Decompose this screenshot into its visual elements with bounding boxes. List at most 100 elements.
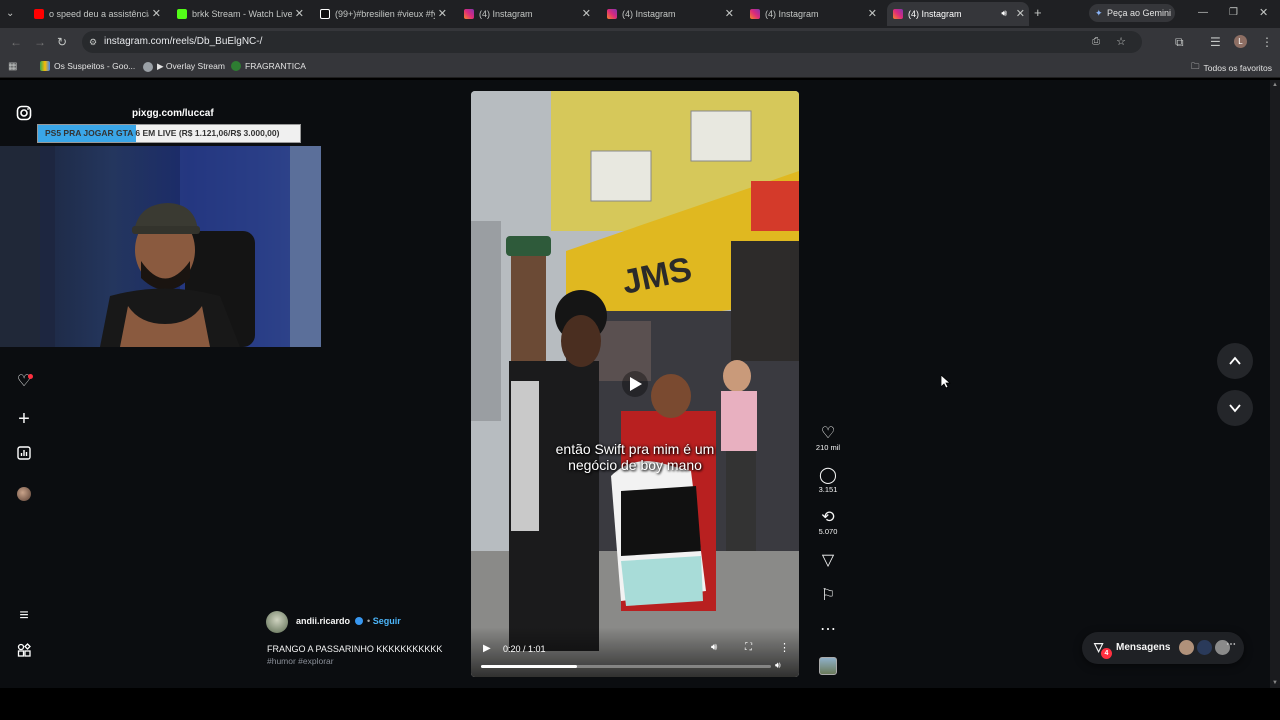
scroll-up-icon[interactable]: ▲ [1272,82,1278,88]
close-tab-icon[interactable]: ✕ [868,7,877,20]
close-window-icon[interactable]: ✕ [1259,7,1268,19]
profile-avatar[interactable]: L [1234,35,1247,48]
gemini-button[interactable]: ✦ Peça ao Gemini [1089,4,1175,22]
reload-icon[interactable]: ↻ [57,36,67,48]
tab-instagram-2[interactable]: (4) Instagram ✕ [603,2,738,26]
fullscreen-icon[interactable]: ⛶ [745,642,752,653]
verified-badge-icon [354,617,363,625]
more-menu-icon[interactable]: ≡ [14,606,34,626]
save-action[interactable]: ⚐ [808,587,848,605]
tab-kick[interactable]: brkk Stream - Watch Live o ✕ [173,2,308,26]
speaker-icon[interactable]: 🔊︎ [1001,8,1007,19]
instagram-icon [464,9,474,19]
next-reel-button[interactable] [1217,390,1253,426]
bookmark-overlay-stream[interactable]: ▶ Overlay Stream [143,61,225,72]
create-icon[interactable]: + [14,409,34,429]
bookmark-os-suspeitos[interactable]: Os Suspeitos - Goo... [40,61,135,71]
instagram-icon [607,9,617,19]
folder-icon: 🗀 [1191,61,1200,71]
extensions-icon[interactable]: ⧉ [1175,36,1184,48]
video-options-icon[interactable]: ⋮ [779,641,790,654]
more-dots-icon[interactable]: ⋯ [808,621,848,639]
repost-action[interactable]: ⟲ 5.070 [808,509,848,536]
new-tab-icon[interactable]: + [1034,6,1042,19]
site-info-icon[interactable]: ⚙ [89,31,97,53]
close-tab-icon[interactable]: ✕ [582,7,591,20]
scroll-down-icon[interactable]: ▼ [1272,680,1278,686]
dashboard-icon[interactable] [14,446,34,466]
close-tab-icon[interactable]: ✕ [152,7,161,20]
reel-hashtags[interactable]: #humor #explorar [267,656,334,666]
messages-button[interactable]: ▽ 4 Mensagens ⋯ [1082,632,1244,664]
webcam-image [0,146,321,347]
volume-icon[interactable]: 🔊︎ [775,660,781,671]
tab-search-icon[interactable]: ⌄ [6,8,14,20]
audio-thumbnail[interactable] [819,657,837,675]
mouse-cursor-icon [941,375,951,389]
youtube-icon [34,9,44,19]
more-options[interactable]: ⋯ [808,621,848,639]
profile-avatar-icon[interactable] [14,484,34,504]
bookmark-star-icon[interactable]: ☆ [1116,31,1126,53]
donation-goal-bar: PS5 PRA JOGAR GTA 6 EM LIVE (R$ 1.121,06… [37,124,301,143]
all-favorites[interactable]: 🗀 Todos os favoritos [1191,61,1272,75]
instagram-icon [893,9,903,19]
address-bar[interactable]: ⚙ instagram.com/reels/Db_BuElgNC-/ ⎙ ☆ [82,31,1142,53]
repost-icon[interactable]: ⟲ [808,509,848,527]
minimize-icon[interactable]: — [1198,7,1208,19]
comment-icon[interactable]: ◯ [808,467,848,485]
back-icon[interactable]: ← [10,36,22,48]
video-caption: então Swift pra mim é um negócio de boy … [555,441,715,473]
toolbar: ← → ↻ ⚙ instagram.com/reels/Db_BuElgNC-/… [0,28,1280,56]
menu-icon[interactable]: ⋮ [1261,36,1273,48]
comment-action[interactable]: ◯ 3.151 [808,467,848,494]
page-scrollbar[interactable]: ▲ ▼ [1270,80,1280,688]
goal-text: PS5 PRA JOGAR GTA 6 EM LIVE (R$ 1.121,06… [45,128,280,138]
share-icon[interactable]: ▽ [808,552,848,570]
share-action[interactable]: ▽ [808,552,848,570]
media-controls-icon[interactable]: ☰ [1210,36,1221,48]
tab-instagram-active[interactable]: (4) Instagram 🔊︎ ✕ [887,2,1029,26]
tab-instagram-3[interactable]: (4) Instagram ✕ [746,2,881,26]
notifications-heart-icon[interactable]: ♡ [14,372,34,392]
close-tab-icon[interactable]: ✕ [295,7,304,20]
bookmarks-bar: ▦ Os Suspeitos - Goo... ▶ Overlay Stream… [0,56,1280,78]
gemini-icon: ✦ [1095,8,1103,18]
reel-video[interactable]: JMS então Swift pra mim é um negócio de … [471,91,799,677]
author-avatar[interactable] [266,611,288,633]
fragrantica-icon [231,61,241,71]
follow-button[interactable]: Seguir [373,616,401,626]
also-from-meta-icon[interactable] [14,643,34,663]
like-action[interactable]: ♡ 210 mil [808,425,848,452]
save-bookmark-icon[interactable]: ⚐ [808,587,848,605]
video-progress-track[interactable] [481,665,771,668]
play-icon[interactable]: ▶ [483,643,491,654]
tiktok-icon [320,9,330,19]
close-tab-icon[interactable]: ✕ [438,7,447,20]
like-heart-icon[interactable]: ♡ [808,425,848,443]
instagram-icon [750,9,760,19]
previous-reel-button[interactable] [1217,343,1253,379]
tab-strip: ⌄ o speed deu a assistência p ✕ brkk Str… [0,0,1280,28]
kick-icon [177,9,187,19]
more-contacts-icon: ⋯ [1226,639,1236,650]
close-tab-icon[interactable]: ✕ [1016,7,1025,20]
google-drive-icon [40,61,50,71]
forward-icon[interactable]: → [34,36,46,48]
notification-dot [28,374,33,379]
instagram-logo-icon[interactable] [14,105,34,125]
mute-icon[interactable]: 🔊︎ [711,642,717,653]
tab-instagram-1[interactable]: (4) Instagram ✕ [460,2,595,26]
contact-avatar [1179,640,1194,655]
author-username[interactable]: andii.ricardo [296,616,350,626]
install-app-icon[interactable]: ⎙ [1092,31,1100,53]
tab-youtube[interactable]: o speed deu a assistência p ✕ [30,2,165,26]
bookmark-fragrantica[interactable]: FRAGRANTICA [231,61,306,71]
bullet-separator: • [367,616,371,626]
messages-badge: 4 [1101,648,1112,659]
author-row: andii.ricardo • Seguir [296,616,401,626]
tab-tiktok[interactable]: (99+)#bresilien #vieux #fyp ✕ [316,2,451,26]
close-tab-icon[interactable]: ✕ [725,7,734,20]
apps-icon[interactable]: ▦ [8,61,17,73]
restore-icon[interactable]: ❐ [1229,7,1238,19]
